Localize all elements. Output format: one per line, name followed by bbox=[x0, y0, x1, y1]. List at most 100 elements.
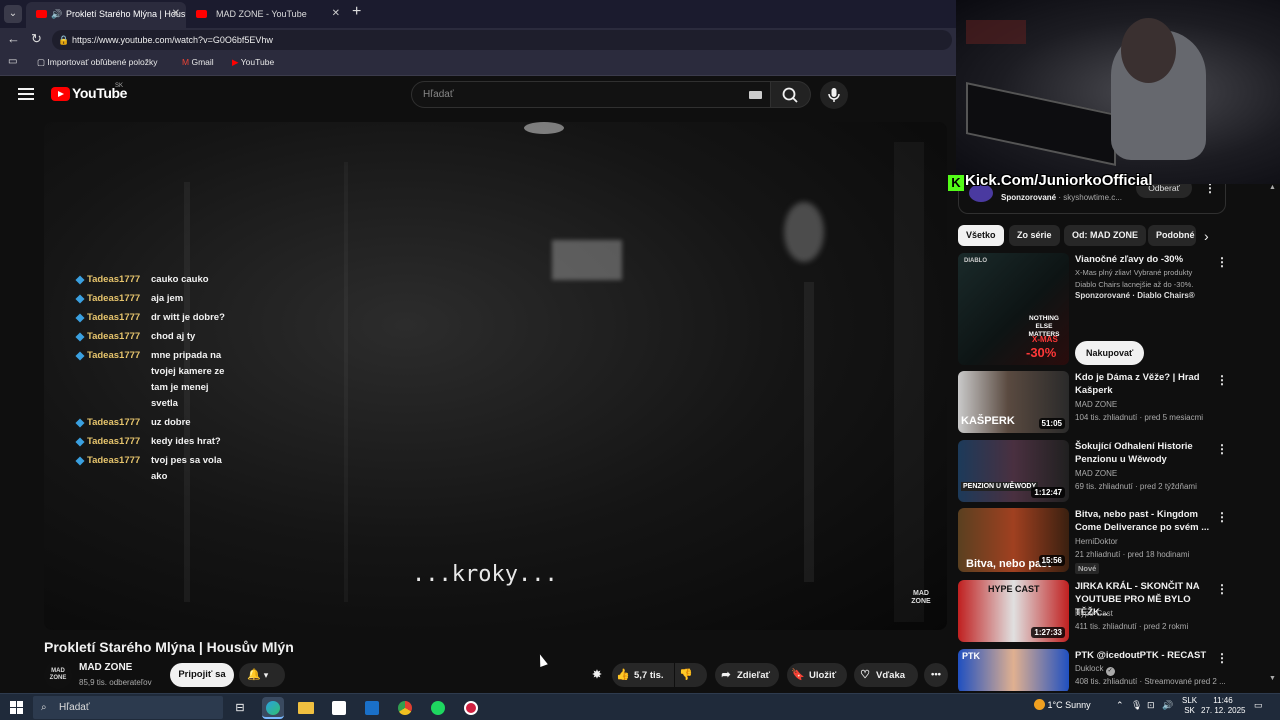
chat-text: dr witt je dobre? bbox=[151, 312, 225, 323]
channel-name[interactable]: MAD ZONE bbox=[79, 662, 132, 673]
recommendation-title[interactable]: Kdo je Dáma z Věže? | Hrad Kašperk bbox=[1075, 371, 1215, 397]
scroll-up-icon[interactable]: ▲ bbox=[1269, 184, 1276, 191]
effects-button[interactable]: ✸ bbox=[586, 663, 608, 687]
video-thumbnail[interactable]: PENZION U WĚWODY 1:12:47 bbox=[958, 440, 1069, 502]
file-explorer-icon[interactable] bbox=[295, 697, 317, 719]
recommendation-channel[interactable]: Hype-Cast bbox=[1075, 609, 1113, 618]
taskbar-search-label: Hľadať bbox=[59, 702, 90, 713]
tab-video[interactable]: 🔊 Prokletí Starého Mlýna | Housů ✕ bbox=[26, 2, 186, 28]
list-item[interactable]: KAŠPERK 51:05 Kdo je Dáma z Věže? | Hrad… bbox=[958, 371, 1268, 433]
thanks-button[interactable]: ♡ Vďaka bbox=[854, 663, 918, 687]
outlook-icon[interactable] bbox=[361, 697, 383, 719]
reload-icon[interactable]: ↻ bbox=[31, 31, 42, 47]
url-field[interactable]: 🔒 https://www.youtube.com/watch?v=G0O6bf… bbox=[52, 30, 952, 50]
clock[interactable]: 11:46 27. 12. 2025 bbox=[1201, 696, 1245, 716]
video-thumbnail[interactable]: KAŠPERK 51:05 bbox=[958, 371, 1069, 433]
keyboard-icon[interactable] bbox=[749, 91, 762, 99]
edge-icon[interactable] bbox=[262, 697, 284, 719]
bookmark-youtube[interactable]: ▶ YouTube bbox=[232, 57, 274, 68]
list-item[interactable]: DIABLO NOTHING ELSE MATTERS X-MAS -30% V… bbox=[958, 253, 1268, 365]
chat-text: kedy ides hrat? bbox=[151, 436, 221, 447]
thumbs-down-icon: 👎 bbox=[679, 669, 693, 681]
taskbar-search[interactable]: ⌕ Hľadať bbox=[33, 696, 223, 719]
recommendation-channel[interactable]: Duklock ✓ bbox=[1075, 664, 1115, 676]
chip-all[interactable]: Všetko bbox=[958, 225, 1004, 246]
chip-from-channel[interactable]: Od: MAD ZONE bbox=[1064, 225, 1146, 246]
video-thumbnail[interactable]: DIABLO NOTHING ELSE MATTERS X-MAS -30% bbox=[958, 253, 1069, 365]
channel-avatar[interactable]: MAD ZONE bbox=[44, 661, 72, 689]
video-thumbnail[interactable]: HYPE CAST 1:27:33 bbox=[958, 580, 1069, 642]
video-thumbnail[interactable]: Bitva, nebo past 15:56 bbox=[958, 508, 1069, 572]
back-icon[interactable]: ← bbox=[7, 31, 20, 46]
list-item[interactable]: PTK PTK @icedoutPTK - RECAST Duklock ✓ 4… bbox=[958, 649, 1268, 691]
share-label: Zdieľať bbox=[737, 670, 771, 681]
scroll-down-icon[interactable]: ▼ bbox=[1269, 675, 1276, 682]
notification-icon[interactable]: ▭ bbox=[1254, 700, 1263, 711]
recommendation-title[interactable]: PTK @icedoutPTK - RECAST bbox=[1075, 649, 1215, 662]
list-item[interactable]: Bitva, nebo past 15:56 Bitva, nebo past … bbox=[958, 508, 1268, 574]
chip-series[interactable]: Zo série bbox=[1009, 225, 1060, 246]
video-subtitle: ...kroky... bbox=[412, 562, 558, 587]
app-icon[interactable] bbox=[460, 697, 482, 719]
more-icon[interactable]: ⋮ bbox=[1216, 651, 1228, 665]
chevron-up-icon[interactable]: ⌃ bbox=[1116, 700, 1124, 711]
bell-icon: 🔔 bbox=[247, 669, 261, 681]
recommendation-channel[interactable]: MAD ZONE bbox=[1075, 469, 1117, 478]
notifications-button[interactable]: 🔔 ▾ bbox=[239, 663, 285, 687]
chevron-right-icon[interactable]: › bbox=[1204, 228, 1209, 244]
channel-watermark[interactable]: MAD ZONE bbox=[909, 590, 933, 606]
chip-similar[interactable]: Podobné bbox=[1148, 225, 1196, 246]
sidebar-icon[interactable]: ▭ bbox=[8, 56, 17, 67]
weather-widget[interactable]: 1°C Sunny bbox=[1034, 699, 1091, 710]
more-icon[interactable]: ⋮ bbox=[1216, 582, 1228, 596]
task-view-icon[interactable]: ⊟ bbox=[229, 697, 251, 719]
shop-button[interactable]: Nakupovať bbox=[1075, 341, 1145, 365]
recommendation-channel[interactable]: HerniDoktor bbox=[1075, 537, 1118, 546]
microphone-icon[interactable]: 🎙 bbox=[1131, 700, 1142, 711]
spotify-icon[interactable] bbox=[427, 697, 449, 719]
more-actions-button[interactable]: ••• bbox=[924, 663, 948, 687]
share-button[interactable]: ➦ Zdieľať bbox=[715, 663, 779, 687]
like-button[interactable]: 👍 5,7 tis. bbox=[612, 663, 674, 687]
menu-icon[interactable] bbox=[18, 88, 34, 100]
store-icon[interactable] bbox=[328, 697, 350, 719]
list-item[interactable]: PENZION U WĚWODY 1:12:47 Šokující Odhale… bbox=[958, 440, 1268, 502]
dislike-button[interactable]: 👎 bbox=[675, 663, 707, 687]
windows-start-icon[interactable] bbox=[10, 701, 23, 714]
recommendation-title[interactable]: Vianočné zľavy do -30% bbox=[1075, 253, 1215, 266]
language-indicator[interactable]: SLK SK bbox=[1182, 696, 1197, 716]
search-input[interactable]: Hľadať bbox=[411, 81, 771, 108]
voice-search-button[interactable] bbox=[820, 81, 848, 109]
thumbnail-text: PENZION U WĚWODY bbox=[961, 482, 1039, 491]
search-button[interactable] bbox=[771, 81, 811, 108]
network-icon[interactable]: ⊡ bbox=[1147, 700, 1155, 711]
recommendation-title[interactable]: Šokující Odhalení Historie Penzionu u Wě… bbox=[1075, 440, 1215, 466]
list-item[interactable]: HYPE CAST 1:27:33 JIRKA KRÁL - SKONČIT N… bbox=[958, 580, 1268, 642]
chat-message: Tadeas1777 uz dobre bbox=[76, 415, 236, 431]
tab-actions-button[interactable]: ⌄ bbox=[4, 5, 22, 23]
recommendation-channel[interactable]: MAD ZONE bbox=[1075, 400, 1117, 409]
scrollbar[interactable]: ▲ ▼ bbox=[1268, 184, 1276, 682]
mouse-cursor bbox=[536, 652, 548, 668]
more-icon[interactable]: ⋮ bbox=[1216, 510, 1228, 524]
close-tab-icon[interactable]: ✕ bbox=[172, 2, 180, 26]
more-icon[interactable]: ⋮ bbox=[1216, 255, 1228, 269]
bookmark-import[interactable]: ▢ Importovať obľúbené položky bbox=[37, 57, 158, 68]
tab-madzone[interactable]: MAD ZONE - YouTube ✕ bbox=[186, 2, 346, 28]
more-icon[interactable]: ⋮ bbox=[1216, 373, 1228, 387]
video-thumbnail[interactable]: PTK bbox=[958, 649, 1069, 691]
video-player[interactable]: Tadeas1777 cauko cauko Tadeas1777 aja jem … bbox=[44, 122, 947, 630]
more-icon[interactable]: ⋮ bbox=[1216, 442, 1228, 456]
recommendation-title[interactable]: Bitva, nebo past - Kingdom Come Delivera… bbox=[1075, 508, 1215, 534]
chrome-icon[interactable] bbox=[394, 697, 416, 719]
speaker-icon[interactable]: 🔊 bbox=[51, 2, 62, 26]
time: 11:46 bbox=[1213, 696, 1233, 705]
chat-message: Tadeas1777 mne pripada na tvojej kamere z… bbox=[76, 348, 236, 412]
bookmark-gmail[interactable]: M Gmail bbox=[182, 57, 214, 67]
new-tab-icon[interactable]: + bbox=[352, 3, 361, 21]
close-tab-icon[interactable]: ✕ bbox=[332, 2, 340, 26]
save-button[interactable]: 🔖 Uložiť bbox=[787, 663, 847, 687]
join-button[interactable]: Pripojiť sa bbox=[170, 663, 234, 687]
chat-text: mne pripada na tvojej kamere ze tam je m… bbox=[151, 350, 225, 409]
volume-icon[interactable]: 🔊 bbox=[1162, 700, 1173, 711]
